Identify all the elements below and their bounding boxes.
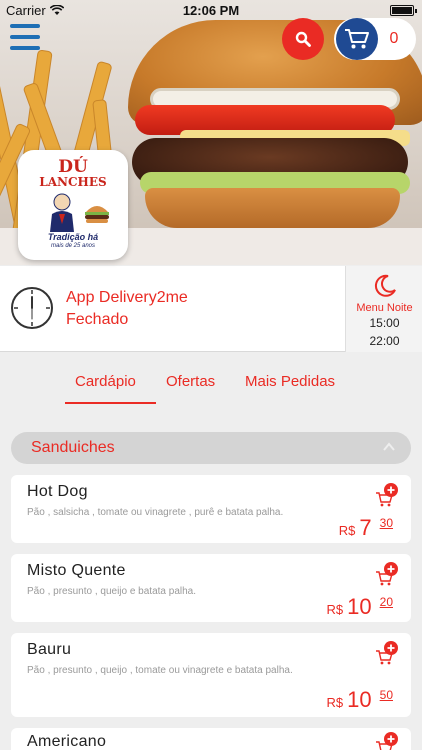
cart-icon [345, 29, 369, 49]
store-logo: DÚ LANCHES Tradição há mais de 25 anos [18, 150, 128, 260]
tab-ofertas[interactable]: Ofertas [166, 373, 215, 390]
add-to-cart-icon[interactable] [375, 562, 399, 588]
product-price: R$ 10 20 [327, 594, 393, 620]
battery-icon [390, 5, 417, 16]
shift-open-time: 15:00 [369, 316, 400, 330]
active-tab-indicator [65, 402, 156, 404]
price-decimal: 20 [379, 595, 393, 609]
tab-cardapio[interactable]: Cardápio [75, 373, 136, 390]
clock-icon [11, 287, 53, 329]
product-description: Pão , presunto , queijo e batata palha. [27, 586, 197, 597]
category-header[interactable]: Sanduiches [11, 432, 411, 464]
hamburger-menu-icon[interactable] [10, 24, 40, 50]
product-card[interactable]: Americano [11, 728, 411, 750]
status-time: 12:06 PM [182, 3, 240, 18]
cart-count: 0 [389, 30, 399, 47]
shift-label: Menu Noite [356, 302, 413, 314]
price-currency: R$ [338, 523, 356, 538]
logo-brand: DÚ LANCHES [39, 157, 107, 190]
burger-bun-bottom [145, 188, 400, 228]
price-integer: 10 [347, 687, 372, 712]
tab-mais-pedidas[interactable]: Mais Pedidas [245, 373, 335, 390]
store-status: Fechado [66, 311, 129, 328]
price-decimal: 50 [379, 688, 393, 702]
search-button[interactable] [282, 18, 324, 60]
category-name: Sanduiches [31, 439, 115, 456]
moon-icon [374, 274, 396, 297]
logo-tagline-sub: mais de 25 anos [50, 243, 96, 249]
add-to-cart-icon[interactable] [375, 483, 399, 509]
product-card[interactable]: Bauru Pão , presunto , queijo , tomate o… [11, 633, 411, 717]
product-card[interactable]: Hot Dog Pão , salsicha , tomate ou vinag… [11, 475, 411, 543]
product-description: Pão , presunto , queijo , tomate ou vina… [27, 665, 293, 676]
price-currency: R$ [326, 695, 344, 710]
product-title: Hot Dog [27, 483, 88, 500]
price-decimal: 30 [379, 516, 393, 530]
shift-close-time: 22:00 [369, 334, 400, 348]
price-currency: R$ [326, 602, 344, 617]
search-icon [295, 31, 311, 47]
product-title: Misto Quente [27, 562, 126, 579]
product-title: Americano [27, 733, 107, 750]
product-title: Bauru [27, 641, 72, 658]
product-description: Pão , salsicha , tomate ou vinagrete , p… [27, 507, 284, 518]
product-price: R$ 10 50 [327, 687, 393, 713]
logo-burger-icon [85, 206, 109, 223]
cart-icon-wrapper[interactable] [336, 18, 378, 60]
logo-tagline: Tradição há [47, 232, 99, 242]
chevron-up-icon [383, 442, 395, 451]
menu-tabs: Cardápio Ofertas Mais Pedidas [0, 353, 422, 409]
product-price: R$ 7 30 [339, 515, 393, 541]
shift-hours: Menu Noite 15:00 22:00 [345, 266, 422, 352]
add-to-cart-icon[interactable] [375, 641, 399, 667]
add-to-cart-icon[interactable] [375, 732, 399, 750]
logo-chef-figure [50, 193, 74, 232]
store-name: App Delivery2me [66, 289, 188, 306]
price-integer: 10 [347, 594, 372, 619]
store-info-bar: App Delivery2me Fechado Menu Noite 15:00… [0, 266, 422, 352]
product-card[interactable]: Misto Quente Pão , presunto , queijo e b… [11, 554, 411, 622]
price-integer: 7 [359, 515, 372, 540]
